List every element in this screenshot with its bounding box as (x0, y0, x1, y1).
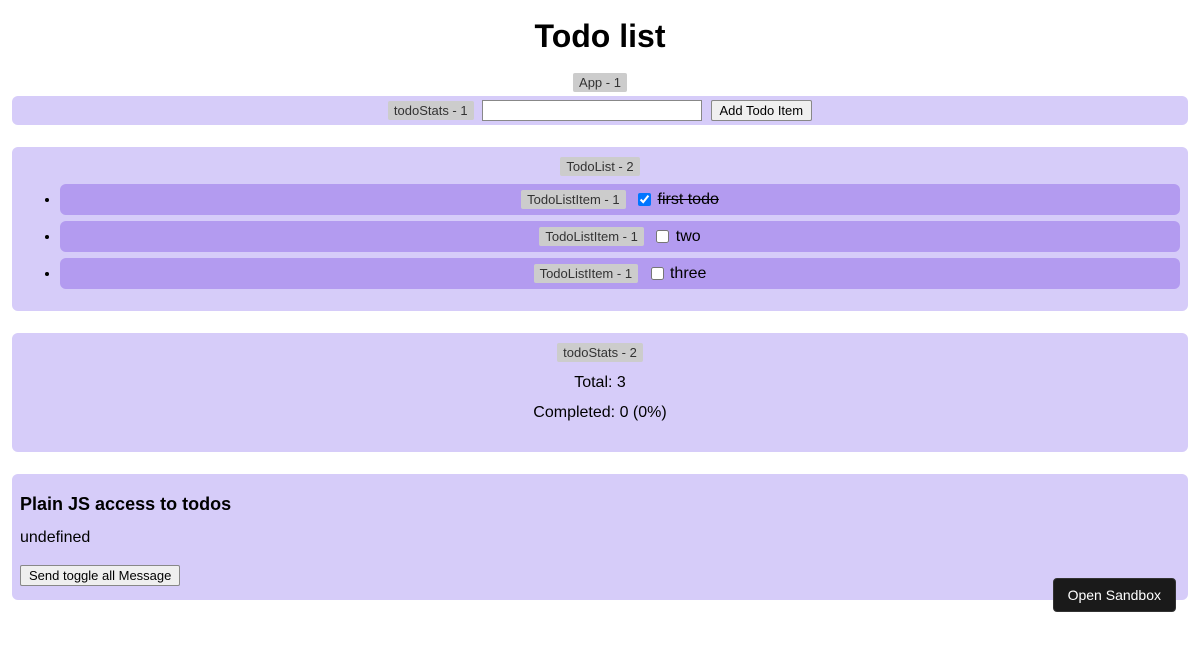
todo-text: three (670, 265, 706, 282)
todo-checkbox[interactable] (651, 267, 664, 280)
app-tag: App - 1 (573, 73, 627, 92)
plainjs-heading: Plain JS access to todos (20, 494, 1180, 515)
open-sandbox-button[interactable]: Open Sandbox (1053, 578, 1176, 612)
todolistitem-tag: TodoListItem - 1 (539, 227, 644, 246)
todo-list-panel: TodoList - 2 TodoListItem - 1 first todo… (12, 147, 1188, 311)
todolist-tag: TodoList - 2 (560, 157, 639, 176)
todo-text: first todo (658, 191, 719, 208)
todolistitem-tag: TodoListItem - 1 (534, 264, 639, 283)
todolistitem-tag: TodoListItem - 1 (521, 190, 626, 209)
todo-text: two (676, 228, 701, 245)
stats-total: Total: 3 (20, 374, 1180, 392)
list-item: TodoListItem - 1 three (60, 258, 1180, 289)
inputbar-tag: todoStats - 1 (388, 101, 474, 120)
plainjs-panel: Plain JS access to todos undefined Send … (12, 474, 1188, 600)
todo-checkbox[interactable] (656, 230, 669, 243)
list-item: TodoListItem - 1 two (60, 221, 1180, 252)
todo-checkbox[interactable] (638, 193, 651, 206)
todo-list: TodoListItem - 1 first todo TodoListItem… (20, 184, 1180, 289)
input-bar: todoStats - 1 Add Todo Item (12, 96, 1188, 125)
page-title: Todo list (0, 18, 1200, 55)
stats-panel: todoStats - 2 Total: 3 Completed: 0 (0%) (12, 333, 1188, 452)
toggle-all-button[interactable]: Send toggle all Message (20, 565, 180, 586)
stats-tag: todoStats - 2 (557, 343, 643, 362)
plainjs-value: undefined (20, 529, 1180, 547)
list-item: TodoListItem - 1 first todo (60, 184, 1180, 215)
new-todo-input[interactable] (482, 100, 702, 121)
stats-completed: Completed: 0 (0%) (20, 404, 1180, 422)
add-todo-button[interactable]: Add Todo Item (711, 100, 813, 121)
